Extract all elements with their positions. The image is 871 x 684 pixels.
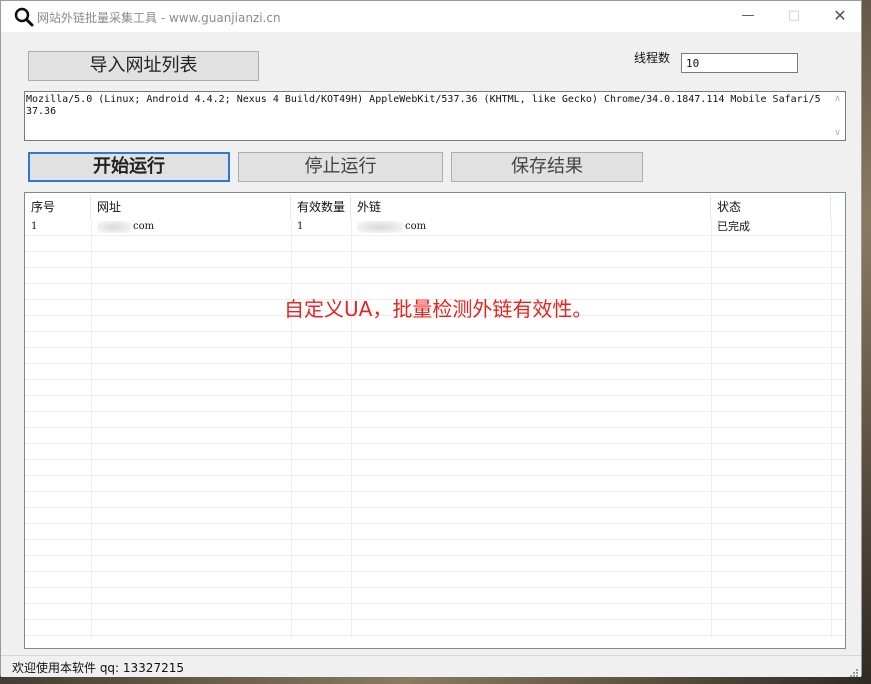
grid-row-line <box>25 555 845 556</box>
table-cell-status: 已完成 <box>717 220 750 233</box>
column-header-count[interactable]: 有效数量 <box>291 195 351 219</box>
grid-row-line <box>25 347 845 348</box>
user-agent-text: Mozilla/5.0 (Linux; Android 4.4.2; Nexus… <box>26 94 821 117</box>
column-header-url[interactable]: 网址 <box>91 195 291 219</box>
window-title: 网站外链批量采集工具 - www.guanjianzi.cn <box>37 11 281 25</box>
table-cell-link: com <box>351 219 426 235</box>
thread-count-input[interactable] <box>681 53 798 73</box>
grid-row-line <box>25 267 845 268</box>
grid-row-line <box>25 587 845 588</box>
grid-row-line <box>25 459 845 460</box>
grid-row-line <box>25 331 845 332</box>
import-url-list-button[interactable]: 导入网址列表 <box>28 51 259 81</box>
redacted-blur <box>357 220 403 233</box>
grid-row-line <box>25 491 845 492</box>
redacted-blur <box>97 220 131 233</box>
search-icon <box>14 7 34 27</box>
app-window: 网站外链批量采集工具 - www.guanjianzi.cn — □ ✕ 导入网… <box>0 0 862 677</box>
table-cell-url: com <box>91 219 154 235</box>
scroll-up-icon[interactable]: ∧ <box>830 94 845 104</box>
minimize-button[interactable]: — <box>725 1 771 31</box>
grid-row-line <box>25 443 845 444</box>
thread-count-label: 线程数 <box>634 51 671 65</box>
start-button[interactable]: 开始运行 <box>28 152 230 182</box>
user-agent-textarea[interactable]: Mozilla/5.0 (Linux; Android 4.4.2; Nexus… <box>24 91 846 141</box>
grid-row-line <box>25 571 845 572</box>
grid-row-line <box>25 251 845 252</box>
grid-row-line <box>25 379 845 380</box>
save-results-button[interactable]: 保存结果 <box>451 152 643 182</box>
maximize-icon: □ <box>787 8 801 23</box>
grid-row-line <box>25 603 845 604</box>
grid-row-line <box>25 395 845 396</box>
grid-row-line <box>25 539 845 540</box>
status-bar: 欢迎使用本软件 qq: 13327215 <box>1 655 861 677</box>
grid-row-line <box>25 507 845 508</box>
results-table[interactable]: 序号 网址 有效数量 外链 状态 1 com 1 com 已完成 <box>24 192 846 649</box>
close-button[interactable]: ✕ <box>817 1 863 31</box>
resize-grip-icon[interactable] <box>847 663 859 677</box>
close-icon: ✕ <box>833 6 847 25</box>
grid-row-line <box>25 619 845 620</box>
column-header-status[interactable]: 状态 <box>711 195 831 219</box>
column-header-link[interactable]: 外链 <box>351 195 711 219</box>
status-text: 欢迎使用本软件 qq: 13327215 <box>12 661 184 675</box>
annotation-text: 自定义UA，批量检测外链有效性。 <box>284 297 593 321</box>
grid-row-line <box>25 475 845 476</box>
table-cell-index: 1 <box>31 221 38 232</box>
grid-row-line <box>25 635 845 636</box>
title-bar[interactable]: 网站外链批量采集工具 - www.guanjianzi.cn — □ ✕ <box>1 1 861 32</box>
grid-row-line <box>25 427 845 428</box>
grid-row-line <box>25 363 845 364</box>
grid-row-line <box>25 523 845 524</box>
table-cell-count: 1 <box>297 221 304 232</box>
grid-row-line <box>25 411 845 412</box>
user-agent-scrollbar[interactable]: ∧ ∨ <box>830 92 845 140</box>
scroll-down-icon[interactable]: ∨ <box>830 128 845 138</box>
grid-row-line <box>25 235 845 236</box>
column-header-index[interactable]: 序号 <box>25 195 91 219</box>
grid-row-line <box>25 283 845 284</box>
maximize-button[interactable]: □ <box>771 1 817 31</box>
minimize-icon: — <box>741 8 755 23</box>
stop-button[interactable]: 停止运行 <box>238 152 443 182</box>
